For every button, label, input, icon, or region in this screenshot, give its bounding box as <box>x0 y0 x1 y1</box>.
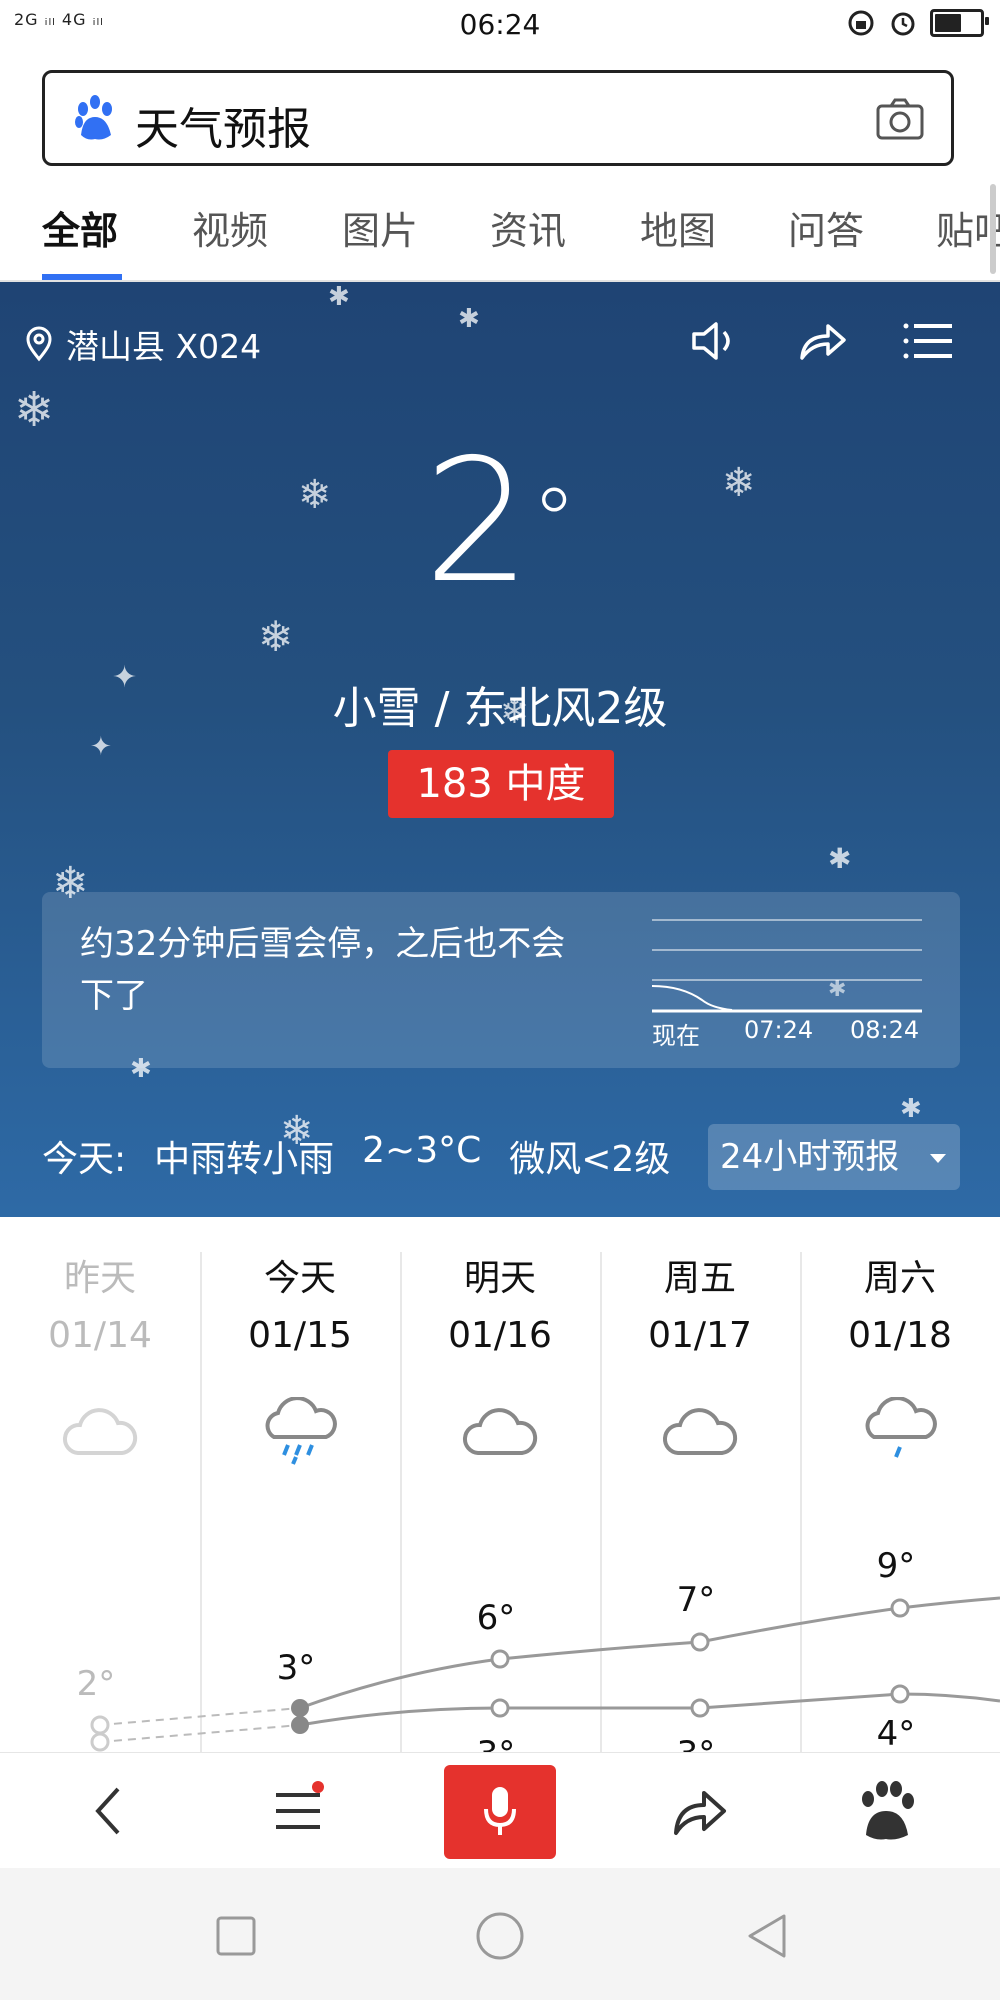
baidu-paw-icon <box>75 95 112 140</box>
hourly-forecast-label: 24小时预报 <box>720 1137 900 1177</box>
back-icon[interactable] <box>742 1910 794 1962</box>
tab-images[interactable]: 图片 <box>342 200 418 255</box>
baidu-paw-icon[interactable] <box>850 1775 922 1847</box>
camera-icon[interactable] <box>875 97 925 141</box>
low-point <box>291 1716 309 1734</box>
tab-news[interactable]: 资讯 <box>490 200 566 255</box>
high-point <box>291 1699 309 1717</box>
category-tabs: 全部 视频 图片 资讯 地图 问答 贴吧 <box>0 180 1000 282</box>
snowflake-icon: ✱ <box>458 304 480 334</box>
voice-search-button[interactable] <box>444 1765 556 1859</box>
recent-apps-icon[interactable] <box>210 1910 262 1962</box>
high-point <box>490 1649 510 1669</box>
high-temp-label: 6° <box>477 1598 516 1638</box>
current-temperature: 2° <box>0 432 1000 612</box>
high-point <box>890 1598 910 1618</box>
degree-symbol: ° <box>531 469 577 574</box>
low-point <box>490 1698 510 1718</box>
speaker-icon[interactable] <box>688 316 744 366</box>
today-condition: 中雨转小雨 <box>154 1139 335 1180</box>
snowflake-icon: ❄ <box>258 612 294 661</box>
bottom-toolbar <box>0 1752 1000 1869</box>
rotation-lock-icon <box>848 10 874 36</box>
menu-icon[interactable] <box>900 316 956 366</box>
share-icon[interactable] <box>794 316 850 366</box>
back-arrow-icon[interactable] <box>74 1775 146 1847</box>
search-input[interactable]: 天气预报 <box>135 93 311 157</box>
status-icons <box>846 8 989 38</box>
location-pin-icon <box>26 326 52 362</box>
snowflake-icon: ✱ <box>328 282 350 312</box>
today-wind: 微风<2级 <box>509 1139 671 1180</box>
today-temp-range: 2~3°C <box>362 1130 482 1171</box>
system-nav-bar <box>0 1868 1000 2000</box>
high-point <box>90 1715 110 1735</box>
location-text: 潜山县 X024 <box>66 327 262 366</box>
nowcast-message: 约32分钟后雪会停，之后也不会下了 <box>80 924 566 1016</box>
low-point <box>690 1698 710 1718</box>
snowflake-icon: ❄ <box>14 382 55 438</box>
nowcast-label-0824: 08:24 <box>850 1016 920 1044</box>
notification-dot <box>312 1781 324 1793</box>
temperature-trend-chart: 2° 3° 6° 7° 9° 3° 3° 4° <box>77 1546 1000 1752</box>
active-tab-indicator <box>42 274 122 280</box>
scrollbar <box>990 184 996 274</box>
tab-video[interactable]: 视频 <box>192 200 268 255</box>
low-point <box>90 1732 110 1752</box>
weather-actions <box>688 316 956 366</box>
high-temp-label: 3° <box>277 1648 316 1688</box>
snowflake-icon: ✦ <box>90 732 112 762</box>
tab-qa[interactable]: 问答 <box>788 200 864 255</box>
high-temp-label: 9° <box>877 1546 916 1586</box>
high-temp-label: 2° <box>77 1664 116 1704</box>
precipitation-nowcast[interactable]: 约32分钟后雪会停，之后也不会下了 ✱ 现在 07:24 08:24 <box>42 892 960 1068</box>
low-temp-label: 3° <box>477 1734 516 1752</box>
low-point <box>890 1684 910 1704</box>
weather-condition: 小雪 / 东北风2级 <box>332 683 668 734</box>
nowcast-mini-chart: ✱ <box>652 919 922 1013</box>
status-bar: 2G ᵢₗₗ 4G ᵢₗₗ 06:24 <box>0 0 1000 52</box>
hourly-forecast-dropdown[interactable]: 24小时预报 <box>708 1124 960 1190</box>
high-temp-label: 7° <box>677 1580 716 1620</box>
alarm-icon <box>891 12 915 36</box>
snowflake-icon: ✱ <box>900 1094 922 1124</box>
tab-all[interactable]: 全部 <box>42 200 118 255</box>
low-temp-label: 3° <box>677 1734 716 1752</box>
search-box[interactable]: 天气预报 <box>42 70 954 166</box>
daily-forecast: 昨天 01/14 今天 01/15 明天 01/16 周五 01/17 周六 0… <box>0 1217 1000 1752</box>
location-row[interactable]: 潜山县 X024 <box>24 320 261 368</box>
home-icon[interactable] <box>474 1910 526 1962</box>
microphone-icon <box>484 1787 516 1835</box>
weather-card: ❄ ✱ ✱ ❄ ❄ ❄ ✦ ✦ ❄ ✱ ❄ ✱ ❄ ✱ 潜山县 X024 2° … <box>0 282 1000 1217</box>
nowcast-label-0724: 07:24 <box>744 1016 814 1044</box>
tab-map[interactable]: 地图 <box>640 200 716 255</box>
today-summary: 今天: 中雨转小雨 2~3°C 微风<2级 <box>42 1130 670 1182</box>
nowcast-label-now: 现在 <box>652 1022 700 1050</box>
battery-icon <box>930 9 989 37</box>
today-prefix: 今天: <box>42 1139 127 1180</box>
high-point <box>690 1632 710 1652</box>
chevron-down-icon <box>930 1154 946 1163</box>
svg-text:✱: ✱ <box>828 977 846 1002</box>
temperature-value: 2 <box>423 423 532 621</box>
aqi-badge[interactable]: 183 中度 <box>388 750 614 818</box>
snowflake-icon: ✱ <box>828 842 852 875</box>
low-temp-label: 4° <box>877 1714 916 1752</box>
share-icon[interactable] <box>664 1775 736 1847</box>
